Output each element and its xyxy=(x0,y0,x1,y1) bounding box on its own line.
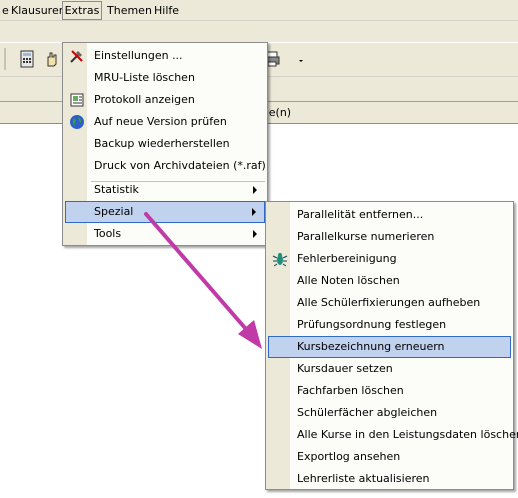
bug-icon xyxy=(272,251,288,267)
menu-item-mru-loeschen[interactable]: MRU-Liste löschen xyxy=(65,67,265,89)
menu-item-backup[interactable]: Backup wiederherstellen xyxy=(65,133,265,155)
menu-item-kursdauer[interactable]: Kursdauer setzen xyxy=(268,358,511,380)
menu-item-schuelerfaecher[interactable]: Schülerfächer abgleichen xyxy=(268,402,511,424)
app-window: e Klausuren Extras Themen Hilfe hiene(n) xyxy=(0,0,518,498)
menu-themen[interactable]: Themen xyxy=(106,1,153,20)
toolbar-top-strip xyxy=(0,21,518,43)
settings-tools-icon xyxy=(69,48,85,64)
menu-item-fachfarben[interactable]: Fachfarben löschen xyxy=(268,380,511,402)
toolbar-grip xyxy=(4,48,6,70)
menu-item-druck-archiv[interactable]: Druck von Archivdateien (*.raf) xyxy=(65,155,266,177)
toolbar-dropdown-icon[interactable] xyxy=(296,53,306,75)
menu-item-kurse-loeschen[interactable]: Alle Kurse in den Leistungsdaten löschen xyxy=(268,424,518,446)
spezial-submenu: Parallelität entfernen... Parallelkurse … xyxy=(265,201,518,490)
protocol-icon xyxy=(69,92,85,108)
menubar: e Klausuren Extras Themen Hilfe xyxy=(0,0,518,21)
menu-item-fixierungen-aufheben[interactable]: Alle Schülerfixierungen aufheben xyxy=(268,292,511,314)
menu-item-spezial[interactable]: Spezial xyxy=(65,201,265,223)
submenu-arrow-icon xyxy=(253,230,257,238)
menu-item-statistik[interactable]: Statistik xyxy=(65,179,265,201)
menu-item-einstellungen[interactable]: Einstellungen ... xyxy=(65,45,265,67)
extras-menu: Einstellungen ... MRU-Liste löschen Prot… xyxy=(62,42,268,246)
menu-item-protokoll[interactable]: Protokoll anzeigen xyxy=(65,89,265,111)
menu-item-exportlog[interactable]: Exportlog ansehen xyxy=(268,446,511,468)
hand-icon[interactable] xyxy=(40,48,62,70)
menu-klausuren[interactable]: Klausuren xyxy=(10,1,67,20)
menu-item-parallelitaet[interactable]: Parallelität entfernen... xyxy=(268,204,511,226)
menu-item-pruefungsordnung[interactable]: Prüfungsordnung festlegen xyxy=(268,314,511,336)
submenu-arrow-icon xyxy=(253,186,257,194)
menu-item-lehrerliste[interactable]: Lehrerliste aktualisieren xyxy=(268,468,511,490)
menu-item-tools[interactable]: Tools xyxy=(65,223,265,245)
submenu-arrow-icon xyxy=(252,208,256,216)
menu-extras[interactable]: Extras xyxy=(62,1,102,20)
calculator-icon[interactable] xyxy=(16,48,38,70)
menu-item-neue-version[interactable]: Auf neue Version prüfen xyxy=(65,111,265,133)
menu-item-parallelkurse[interactable]: Parallelkurse numerieren xyxy=(268,226,511,248)
menu-hilfe[interactable]: Hilfe xyxy=(153,1,180,20)
menu-item-noten-loeschen[interactable]: Alle Noten löschen xyxy=(268,270,511,292)
menu-prev-fragment[interactable]: e xyxy=(1,1,9,20)
globe-icon xyxy=(69,114,85,130)
menu-item-fehlerbereinigung[interactable]: Fehlerbereinigung xyxy=(268,248,511,270)
menu-item-kursbezeichnung[interactable]: Kursbezeichnung erneuern xyxy=(268,336,511,358)
